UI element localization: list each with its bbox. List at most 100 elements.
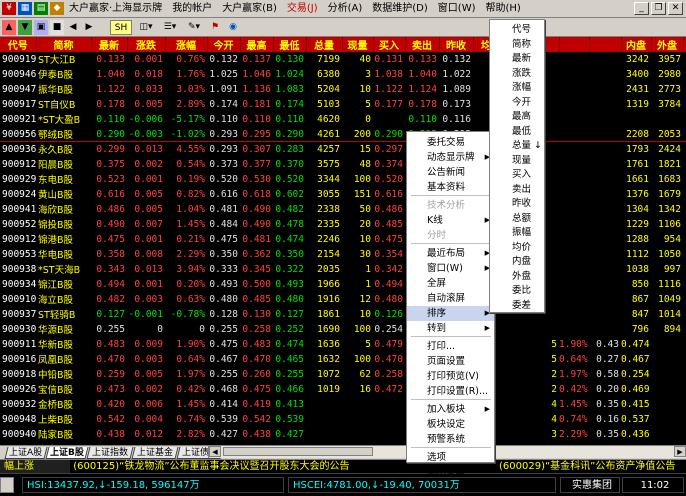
context-menu-item[interactable]: 选项 — [407, 450, 494, 465]
table-row[interactable]: 900921 *ST大盈B 0.110 -0.006 -5.17% 0.110 0.110 0… — [0, 111, 686, 127]
sort-menu-item[interactable]: 今开 — [490, 95, 544, 110]
table-row[interactable]: 900912 阳晨B股 0.375 0.002 0.54% 0.373 0.377 0.370… — [0, 156, 686, 172]
sort-menu-item[interactable]: 简称 — [490, 37, 544, 52]
graph-icon[interactable]: ◫▾ — [136, 20, 156, 35]
green-down-icon[interactable]: ▼ — [18, 20, 32, 35]
context-menu-item[interactable]: 公告新闻 — [407, 165, 494, 180]
column-header-9[interactable]: 现量 — [342, 37, 374, 52]
sort-menu-item[interactable]: 买入 — [490, 167, 544, 182]
column-header-18[interactable]: 内盘 — [621, 37, 652, 52]
table-row[interactable]: 900953 华电B股 0.358 0.008 2.29% 0.350 0.362 0.350… — [0, 246, 686, 262]
red-up-icon[interactable]: ▲ — [2, 20, 16, 35]
sort-menu-item[interactable]: 昨收 — [490, 196, 544, 211]
forward-icon[interactable]: ▶ — [82, 20, 96, 35]
context-menu-item[interactable]: 技术分析 — [407, 198, 494, 213]
context-menu-item[interactable]: 页面设置 — [407, 354, 494, 369]
context-menu-item[interactable]: 动态显示牌 ▶ — [407, 150, 494, 165]
context-menu-item[interactable]: 窗口(W) ▶ — [407, 261, 494, 276]
column-header-3[interactable]: 涨跌 — [127, 37, 166, 52]
sh-market-button[interactable]: SH — [110, 20, 132, 35]
table-row[interactable]: 900912 锦港B股 0.475 0.001 0.21% 0.475 0.481 0.474… — [0, 231, 686, 247]
sort-menu-item[interactable]: 最高 — [490, 109, 544, 124]
context-menu-item[interactable]: 转到 ▶ — [407, 321, 494, 336]
table-row[interactable]: 900938 *ST天海B 0.343 0.013 3.94% 0.333 0.345 0.3… — [0, 261, 686, 277]
menu-item-0[interactable]: 大户赢家·上海显示牌 — [68, 2, 163, 16]
sort-menu-item[interactable]: 总量 ↓ — [490, 138, 544, 153]
sort-menu-item[interactable]: 委差 — [490, 298, 544, 313]
tab-3[interactable]: 上证基金 — [131, 447, 179, 459]
column-header-16[interactable] — [559, 37, 590, 52]
menu-item-6[interactable]: 窗口(W) — [437, 2, 477, 16]
app-icon[interactable]: ¥ — [2, 2, 16, 15]
table-row[interactable]: 900929 东电B股 0.523 0.001 0.19% 0.520 0.530 0.520… — [0, 171, 686, 187]
ticker-right[interactable]: (600029)“基金科讯”公布资产净值公告 — [495, 460, 686, 473]
table-row[interactable]: 900948 上柴B股 0.542 0.004 0.74% 0.539 0.542 0.539… — [0, 411, 686, 427]
sort-menu-item[interactable]: 内盘 — [490, 254, 544, 269]
table-row[interactable]: 900941 海欣B股 0.486 0.005 1.04% 0.481 0.490 0.482… — [0, 201, 686, 217]
sort-menu-item[interactable]: 总额 — [490, 211, 544, 226]
context-menu-item[interactable]: 委托交易 — [407, 135, 494, 150]
sort-menu-item[interactable]: 振幅 — [490, 225, 544, 240]
scroll-left-icon[interactable]: ◀ — [209, 446, 221, 457]
minimize-button[interactable]: _ — [634, 2, 649, 15]
alarm-icon[interactable]: ⚑ — [208, 20, 222, 35]
column-header-8[interactable]: 总量 — [306, 37, 343, 52]
column-header-1[interactable]: 简称 — [36, 37, 92, 52]
sort-menu-item[interactable]: 外盘 — [490, 269, 544, 284]
table-row[interactable]: 900934 锦江B股 0.494 0.001 0.20% 0.493 0.500 0.493… — [0, 276, 686, 292]
sort-menu-item[interactable]: 委比 — [490, 283, 544, 298]
table-row[interactable]: 900924 黄山B股 0.616 0.005 0.82% 0.616 0.618 0.602… — [0, 186, 686, 202]
column-header-7[interactable]: 最低 — [273, 37, 307, 52]
context-menu-item[interactable]: 打印预览(V) — [407, 369, 494, 384]
context-menu-item[interactable]: 分时 — [407, 228, 494, 243]
sort-menu-item[interactable]: 均价 — [490, 240, 544, 255]
table-row[interactable]: 900910 海立B股 0.482 0.003 0.63% 0.480 0.485 0.480… — [0, 291, 686, 307]
tab-0[interactable]: 上证A股 — [4, 447, 48, 459]
sort-menu-item[interactable]: 代号 — [490, 22, 544, 37]
chart-icon[interactable]: ▤ — [34, 2, 48, 15]
table-row[interactable]: 900946 伊泰B股 1.040 0.018 1.76% 1.025 1.046 1.024… — [0, 66, 686, 82]
square-icon[interactable]: ■ — [50, 20, 64, 35]
paint-icon[interactable]: ✎▾ — [184, 20, 204, 35]
globe-icon[interactable]: ◉ — [226, 20, 240, 35]
status-icon[interactable] — [0, 477, 14, 493]
tab-1[interactable]: 上证B股 — [45, 447, 89, 459]
menu-item-7[interactable]: 帮助(H) — [485, 2, 522, 16]
context-menu-item[interactable]: 加入板块 ▶ — [407, 402, 494, 417]
ticker-text[interactable]: (600125)“铁龙物流”公布董监事会决议暨召开股东大会的公告 — [73, 461, 349, 472]
table-row[interactable]: 900911 华新B股 0.483 0.009 1.90% 0.475 0.483 0.474… — [0, 336, 686, 352]
context-menu-item[interactable]: 板块设定 — [407, 417, 494, 432]
menu-item-1[interactable]: 我的帐户 — [171, 2, 213, 16]
sort-menu-item[interactable]: 现量 — [490, 153, 544, 168]
context-menu-item[interactable]: 自动滚屏 — [407, 291, 494, 306]
table-row[interactable]: 900937 ST轻骑B 0.127 -0.001 -0.78% 0.128 0.130 0.… — [0, 306, 686, 322]
sort-menu-item[interactable]: 涨跌 — [490, 66, 544, 81]
context-menu-item[interactable]: 打印设置(R)... — [407, 384, 494, 399]
list-icon[interactable]: ☰▾ — [160, 20, 180, 35]
column-header-12[interactable]: 昨收 — [439, 37, 474, 52]
column-header-10[interactable]: 买入 — [373, 37, 406, 52]
column-header-2[interactable]: 最新 — [91, 37, 128, 52]
table-row[interactable]: 900918 中铅B股 0.259 0.005 1.97% 0.255 0.260 0.255… — [0, 366, 686, 382]
context-menu-item[interactable]: 基本资料 — [407, 180, 494, 195]
context-menu-item[interactable]: 全屏 — [407, 276, 494, 291]
menu-item-2[interactable]: 大户赢家(B) — [221, 2, 278, 16]
table-row[interactable]: 900940 陆家B股 0.438 0.012 2.82% 0.427 0.438 0.427… — [0, 426, 686, 442]
table-row[interactable]: 900952 锦投B股 0.490 0.007 1.45% 0.484 0.490 0.478… — [0, 216, 686, 232]
sort-menu-item[interactable]: 卖出 — [490, 182, 544, 197]
grid-icon[interactable]: ▦ — [18, 2, 32, 15]
column-header-19[interactable]: 外盘 — [651, 37, 684, 52]
column-header-11[interactable]: 卖出 — [405, 37, 440, 52]
menu-item-3[interactable]: 交易(J) — [286, 2, 319, 16]
context-menu-item[interactable]: 退出菜单 — [407, 465, 494, 480]
column-header-6[interactable]: 最高 — [240, 37, 274, 52]
menu-item-4[interactable]: 分析(A) — [327, 2, 364, 16]
table-row[interactable]: 900932 金桥B股 0.420 0.006 1.45% 0.414 0.419 0.413… — [0, 396, 686, 412]
context-menu-item[interactable]: K线 ▶ — [407, 213, 494, 228]
sort-menu-item[interactable]: 最低 — [490, 124, 544, 139]
close-button[interactable]: ✕ — [668, 2, 683, 15]
table-row[interactable]: 900956 鄂绒B股 0.290 -0.003 -1.02% 0.293 0.295 0.2… — [0, 126, 686, 142]
scroll-thumb[interactable] — [223, 447, 373, 456]
table-row[interactable]: 900930 华源B股 0.255 0 0 0.255 0.258 0.252 1690 100 0… — [0, 321, 686, 337]
sort-menu-item[interactable]: 最新 — [490, 51, 544, 66]
